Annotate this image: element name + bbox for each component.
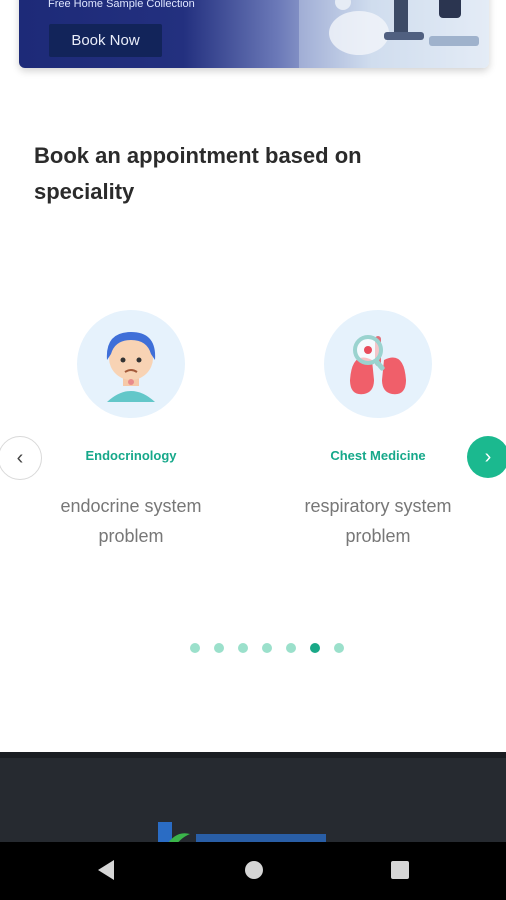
speciality-card-endocrinology[interactable]: Endocrinology endocrine system problem	[31, 310, 231, 551]
speciality-description: respiratory system problem	[304, 496, 452, 546]
section-heading: Book an appointment based on speciality	[34, 143, 362, 204]
recents-square-icon[interactable]	[390, 858, 410, 882]
banner-subtitle: Free Home Sample Collection	[48, 0, 195, 10]
speciality-name: Endocrinology	[85, 448, 177, 463]
speciality-card-chest-medicine[interactable]: Chest Medicine respiratory system proble…	[278, 310, 478, 551]
carousel-dot[interactable]	[213, 643, 224, 653]
speciality-name: Chest Medicine	[330, 448, 426, 463]
carousel-dot[interactable]	[237, 643, 248, 653]
chevron-right-icon: ›	[484, 446, 492, 468]
system-nav-bar	[0, 842, 506, 900]
carousel-dot[interactable]	[261, 643, 272, 653]
promo-banner[interactable]: Free Home Sample Collection Book Now	[19, 0, 489, 68]
chevron-left-icon: ‹	[16, 447, 24, 469]
site-footer	[0, 752, 506, 848]
carousel-dot[interactable]	[285, 643, 296, 653]
speciality-description: endocrine system problem	[60, 496, 202, 546]
carousel-dot[interactable]	[190, 643, 200, 653]
lungs-icon	[324, 310, 432, 418]
carousel-dot-active[interactable]	[309, 643, 320, 653]
carousel-prev-button[interactable]: ‹	[0, 436, 42, 480]
book-now-button[interactable]: Book Now	[49, 24, 162, 57]
back-triangle-icon[interactable]	[96, 858, 116, 882]
endocrine-patient-icon	[77, 310, 185, 418]
carousel-next-button[interactable]: ›	[467, 436, 506, 478]
carousel-dot[interactable]	[333, 643, 344, 653]
home-circle-icon[interactable]	[244, 858, 264, 882]
carousel-pagination	[190, 640, 353, 653]
lab-microscope-image	[299, 0, 489, 68]
